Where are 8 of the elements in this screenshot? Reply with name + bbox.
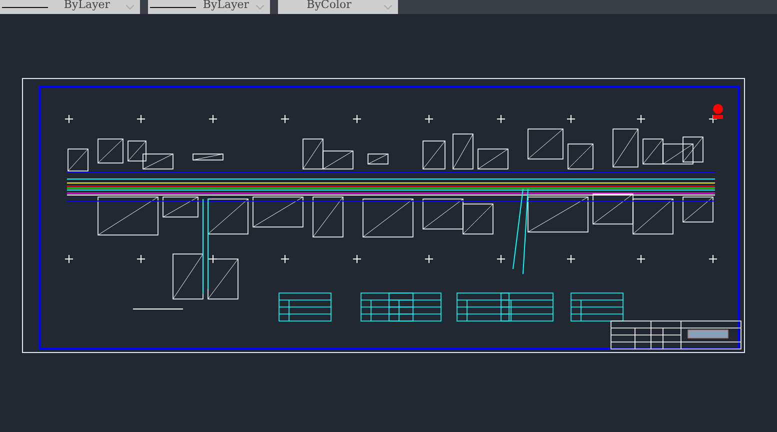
caret-icon xyxy=(256,4,264,10)
caret-icon xyxy=(126,4,134,10)
caret-icon xyxy=(384,4,392,10)
linetype-sample xyxy=(150,6,196,8)
property-dropdown[interactable]: ByColor xyxy=(278,0,398,14)
property-dropdown[interactable]: ByLayer xyxy=(0,0,140,14)
linetype-sample xyxy=(2,6,48,8)
property-dropdown[interactable]: ByLayer xyxy=(148,0,270,14)
